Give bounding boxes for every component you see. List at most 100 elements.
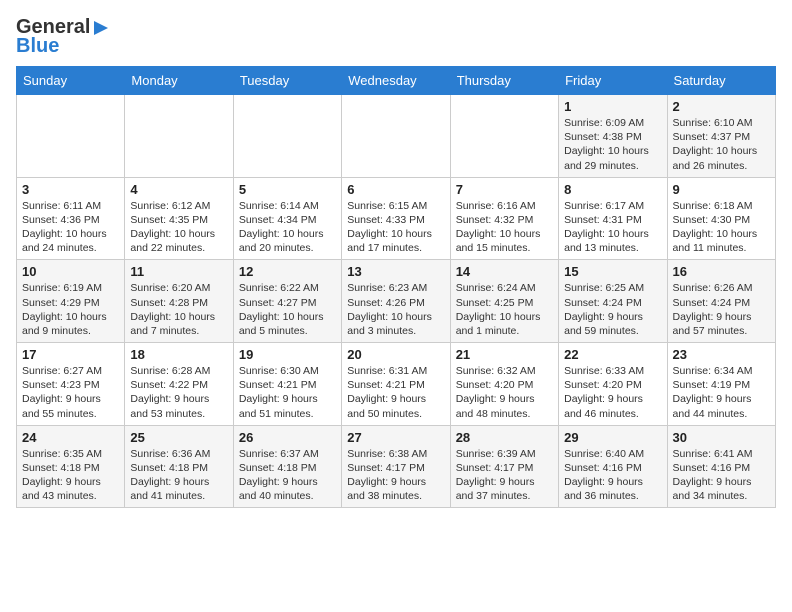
day-number: 21	[456, 347, 553, 362]
calendar-header-thursday: Thursday	[450, 67, 558, 95]
calendar-week-row: 24 Sunrise: 6:35 AMSunset: 4:18 PMDayligh…	[17, 425, 776, 508]
calendar-week-row: 17 Sunrise: 6:27 AMSunset: 4:23 PMDayligh…	[17, 343, 776, 426]
day-number: 18	[130, 347, 227, 362]
calendar-cell	[17, 95, 125, 178]
day-info: Sunrise: 6:37 AMSunset: 4:18 PMDaylight:…	[239, 447, 336, 504]
calendar-header-monday: Monday	[125, 67, 233, 95]
day-info: Sunrise: 6:31 AMSunset: 4:21 PMDaylight:…	[347, 364, 444, 421]
day-number: 6	[347, 182, 444, 197]
logo-blue: Blue	[16, 35, 59, 58]
day-number: 17	[22, 347, 119, 362]
day-number: 1	[564, 99, 661, 114]
calendar-cell: 14 Sunrise: 6:24 AMSunset: 4:25 PMDayligh…	[450, 260, 558, 343]
day-info: Sunrise: 6:36 AMSunset: 4:18 PMDaylight:…	[130, 447, 227, 504]
day-info: Sunrise: 6:09 AMSunset: 4:38 PMDaylight:…	[564, 116, 661, 173]
calendar-cell: 11 Sunrise: 6:20 AMSunset: 4:28 PMDayligh…	[125, 260, 233, 343]
calendar-cell: 12 Sunrise: 6:22 AMSunset: 4:27 PMDayligh…	[233, 260, 341, 343]
calendar-header-friday: Friday	[559, 67, 667, 95]
day-info: Sunrise: 6:32 AMSunset: 4:20 PMDaylight:…	[456, 364, 553, 421]
calendar-cell: 15 Sunrise: 6:25 AMSunset: 4:24 PMDayligh…	[559, 260, 667, 343]
calendar-cell: 27Sunrise: 6:38 AMSunset: 4:17 PMDayligh…	[342, 425, 450, 508]
calendar-header-row: SundayMondayTuesdayWednesdayThursdayFrid…	[17, 67, 776, 95]
calendar-week-row: 3 Sunrise: 6:11 AMSunset: 4:36 PMDaylight…	[17, 177, 776, 260]
calendar-header-sunday: Sunday	[17, 67, 125, 95]
calendar-cell: 18 Sunrise: 6:28 AMSunset: 4:22 PMDayligh…	[125, 343, 233, 426]
day-number: 13	[347, 264, 444, 279]
calendar-cell: 22 Sunrise: 6:33 AMSunset: 4:20 PMDayligh…	[559, 343, 667, 426]
calendar-cell	[450, 95, 558, 178]
day-info: Sunrise: 6:20 AMSunset: 4:28 PMDaylight:…	[130, 281, 227, 338]
day-number: 30	[673, 430, 770, 445]
day-info: Sunrise: 6:23 AMSunset: 4:26 PMDaylight:…	[347, 281, 444, 338]
day-number: 14	[456, 264, 553, 279]
day-number: 26	[239, 430, 336, 445]
day-number: 23	[673, 347, 770, 362]
calendar-cell: 29 Sunrise: 6:40 AMSunset: 4:16 PMDayligh…	[559, 425, 667, 508]
day-number: 20	[347, 347, 444, 362]
calendar-cell: 17 Sunrise: 6:27 AMSunset: 4:23 PMDayligh…	[17, 343, 125, 426]
calendar-cell: 28Sunrise: 6:39 AMSunset: 4:17 PMDayligh…	[450, 425, 558, 508]
day-info: Sunrise: 6:14 AMSunset: 4:34 PMDaylight:…	[239, 199, 336, 256]
calendar-header-tuesday: Tuesday	[233, 67, 341, 95]
calendar-body: 1 Sunrise: 6:09 AMSunset: 4:38 PMDaylight…	[17, 95, 776, 508]
calendar-cell	[233, 95, 341, 178]
calendar-week-row: 1 Sunrise: 6:09 AMSunset: 4:38 PMDaylight…	[17, 95, 776, 178]
calendar-cell: 13 Sunrise: 6:23 AMSunset: 4:26 PMDayligh…	[342, 260, 450, 343]
day-info: Sunrise: 6:28 AMSunset: 4:22 PMDaylight:…	[130, 364, 227, 421]
calendar-cell: 10 Sunrise: 6:19 AMSunset: 4:29 PMDayligh…	[17, 260, 125, 343]
day-info: Sunrise: 6:41 AMSunset: 4:16 PMDaylight:…	[673, 447, 770, 504]
calendar-header-saturday: Saturday	[667, 67, 775, 95]
day-info: Sunrise: 6:16 AMSunset: 4:32 PMDaylight:…	[456, 199, 553, 256]
calendar-cell: 7 Sunrise: 6:16 AMSunset: 4:32 PMDaylight…	[450, 177, 558, 260]
calendar-cell: 21 Sunrise: 6:32 AMSunset: 4:20 PMDayligh…	[450, 343, 558, 426]
day-number: 19	[239, 347, 336, 362]
calendar-cell: 23 Sunrise: 6:34 AMSunset: 4:19 PMDayligh…	[667, 343, 775, 426]
day-number: 25	[130, 430, 227, 445]
calendar-cell: 3 Sunrise: 6:11 AMSunset: 4:36 PMDaylight…	[17, 177, 125, 260]
day-number: 7	[456, 182, 553, 197]
day-info: Sunrise: 6:26 AMSunset: 4:24 PMDaylight:…	[673, 281, 770, 338]
page-header: General Blue	[16, 16, 776, 58]
day-info: Sunrise: 6:24 AMSunset: 4:25 PMDaylight:…	[456, 281, 553, 338]
day-number: 27	[347, 430, 444, 445]
day-number: 11	[130, 264, 227, 279]
day-number: 12	[239, 264, 336, 279]
calendar-header-wednesday: Wednesday	[342, 67, 450, 95]
day-info: Sunrise: 6:12 AMSunset: 4:35 PMDaylight:…	[130, 199, 227, 256]
day-number: 3	[22, 182, 119, 197]
day-info: Sunrise: 6:40 AMSunset: 4:16 PMDaylight:…	[564, 447, 661, 504]
calendar-cell: 25 Sunrise: 6:36 AMSunset: 4:18 PMDayligh…	[125, 425, 233, 508]
day-number: 10	[22, 264, 119, 279]
day-number: 24	[22, 430, 119, 445]
day-info: Sunrise: 6:15 AMSunset: 4:33 PMDaylight:…	[347, 199, 444, 256]
calendar-cell: 6 Sunrise: 6:15 AMSunset: 4:33 PMDaylight…	[342, 177, 450, 260]
day-number: 4	[130, 182, 227, 197]
day-number: 15	[564, 264, 661, 279]
day-info: Sunrise: 6:34 AMSunset: 4:19 PMDaylight:…	[673, 364, 770, 421]
day-info: Sunrise: 6:19 AMSunset: 4:29 PMDaylight:…	[22, 281, 119, 338]
calendar-cell	[125, 95, 233, 178]
day-number: 29	[564, 430, 661, 445]
day-number: 2	[673, 99, 770, 114]
calendar-cell: 30 Sunrise: 6:41 AMSunset: 4:16 PMDayligh…	[667, 425, 775, 508]
day-info: Sunrise: 6:11 AMSunset: 4:36 PMDaylight:…	[22, 199, 119, 256]
logo-arrow-icon	[90, 17, 112, 39]
day-info: Sunrise: 6:27 AMSunset: 4:23 PMDaylight:…	[22, 364, 119, 421]
day-number: 22	[564, 347, 661, 362]
logo: General Blue	[16, 16, 112, 58]
day-info: Sunrise: 6:33 AMSunset: 4:20 PMDaylight:…	[564, 364, 661, 421]
calendar-cell	[342, 95, 450, 178]
day-info: Sunrise: 6:17 AMSunset: 4:31 PMDaylight:…	[564, 199, 661, 256]
calendar-cell: 26 Sunrise: 6:37 AMSunset: 4:18 PMDayligh…	[233, 425, 341, 508]
calendar-table: SundayMondayTuesdayWednesdayThursdayFrid…	[16, 66, 776, 508]
calendar-week-row: 10 Sunrise: 6:19 AMSunset: 4:29 PMDayligh…	[17, 260, 776, 343]
calendar-cell: 9Sunrise: 6:18 AMSunset: 4:30 PMDaylight…	[667, 177, 775, 260]
day-info: Sunrise: 6:35 AMSunset: 4:18 PMDaylight:…	[22, 447, 119, 504]
day-number: 5	[239, 182, 336, 197]
calendar-cell: 2Sunrise: 6:10 AMSunset: 4:37 PMDaylight…	[667, 95, 775, 178]
day-number: 28	[456, 430, 553, 445]
day-number: 16	[673, 264, 770, 279]
day-info: Sunrise: 6:25 AMSunset: 4:24 PMDaylight:…	[564, 281, 661, 338]
day-info: Sunrise: 6:22 AMSunset: 4:27 PMDaylight:…	[239, 281, 336, 338]
calendar-cell: 24 Sunrise: 6:35 AMSunset: 4:18 PMDayligh…	[17, 425, 125, 508]
